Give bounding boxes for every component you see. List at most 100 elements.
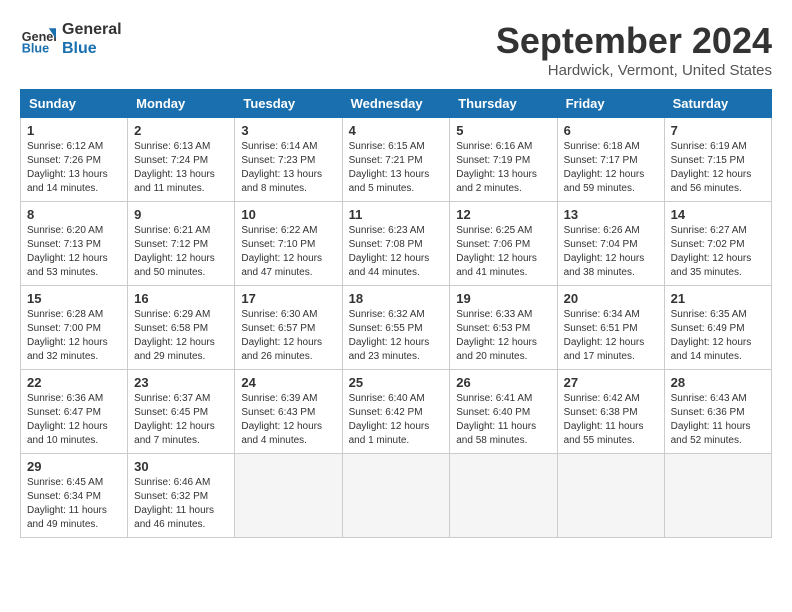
day-number: 1 — [27, 123, 121, 138]
day-number: 10 — [241, 207, 335, 222]
day-info: Sunrise: 6:14 AMSunset: 7:23 PMDaylight:… — [241, 140, 335, 196]
day-info: Sunrise: 6:19 AMSunset: 7:15 PMDaylight:… — [671, 140, 765, 196]
day-number: 26 — [456, 375, 550, 390]
day-info: Sunrise: 6:18 AMSunset: 7:17 PMDaylight:… — [564, 140, 658, 196]
day-info: Sunrise: 6:36 AMSunset: 6:47 PMDaylight:… — [27, 392, 121, 448]
calendar-cell: 4 Sunrise: 6:15 AMSunset: 7:21 PMDaylight… — [342, 118, 450, 202]
calendar-cell — [342, 454, 450, 538]
day-number: 3 — [241, 123, 335, 138]
calendar-week-4: 22 Sunrise: 6:36 AMSunset: 6:47 PMDayligh… — [21, 370, 772, 454]
day-info: Sunrise: 6:22 AMSunset: 7:10 PMDaylight:… — [241, 224, 335, 280]
logo-blue: Blue — [62, 39, 122, 58]
day-info: Sunrise: 6:25 AMSunset: 7:06 PMDaylight:… — [456, 224, 550, 280]
calendar-cell: 5 Sunrise: 6:16 AMSunset: 7:19 PMDaylight… — [450, 118, 557, 202]
col-header-friday: Friday — [557, 90, 664, 118]
title-block: September 2024 Hardwick, Vermont, United… — [496, 20, 772, 79]
calendar-cell: 12 Sunrise: 6:25 AMSunset: 7:06 PMDayligh… — [450, 202, 557, 286]
calendar-cell: 18 Sunrise: 6:32 AMSunset: 6:55 PMDayligh… — [342, 286, 450, 370]
calendar-cell: 27Sunrise: 6:42 AMSunset: 6:38 PMDayligh… — [557, 370, 664, 454]
calendar-cell: 9 Sunrise: 6:21 AMSunset: 7:12 PMDaylight… — [128, 202, 235, 286]
day-number: 21 — [671, 291, 765, 306]
calendar-cell: 22 Sunrise: 6:36 AMSunset: 6:47 PMDayligh… — [21, 370, 128, 454]
calendar-header-row: SundayMondayTuesdayWednesdayThursdayFrid… — [21, 90, 772, 118]
day-info: Sunrise: 6:28 AMSunset: 7:00 PMDaylight:… — [27, 308, 121, 364]
day-info: Sunrise: 6:35 AMSunset: 6:49 PMDaylight:… — [671, 308, 765, 364]
calendar-cell: 19 Sunrise: 6:33 AMSunset: 6:53 PMDayligh… — [450, 286, 557, 370]
day-info: Sunrise: 6:20 AMSunset: 7:13 PMDaylight:… — [27, 224, 121, 280]
col-header-tuesday: Tuesday — [235, 90, 342, 118]
day-info: Sunrise: 6:27 AMSunset: 7:02 PMDaylight:… — [671, 224, 765, 280]
day-number: 12 — [456, 207, 550, 222]
day-number: 18 — [349, 291, 444, 306]
day-info: Sunrise: 6:32 AMSunset: 6:55 PMDaylight:… — [349, 308, 444, 364]
calendar-cell: 13 Sunrise: 6:26 AMSunset: 7:04 PMDayligh… — [557, 202, 664, 286]
day-info: Sunrise: 6:39 AMSunset: 6:43 PMDaylight:… — [241, 392, 335, 448]
calendar-cell: 15 Sunrise: 6:28 AMSunset: 7:00 PMDayligh… — [21, 286, 128, 370]
day-number: 22 — [27, 375, 121, 390]
day-info: Sunrise: 6:33 AMSunset: 6:53 PMDaylight:… — [456, 308, 550, 364]
page-header: General Blue General Blue September 2024… — [20, 20, 772, 79]
day-info: Sunrise: 6:26 AMSunset: 7:04 PMDaylight:… — [564, 224, 658, 280]
logo-icon: General Blue — [20, 21, 56, 57]
calendar-table: SundayMondayTuesdayWednesdayThursdayFrid… — [20, 89, 772, 538]
calendar-cell: 26Sunrise: 6:41 AMSunset: 6:40 PMDayligh… — [450, 370, 557, 454]
day-number: 20 — [564, 291, 658, 306]
calendar-cell: 14 Sunrise: 6:27 AMSunset: 7:02 PMDayligh… — [664, 202, 771, 286]
day-info: Sunrise: 6:46 AMSunset: 6:32 PMDaylight:… — [134, 476, 228, 532]
day-number: 24 — [241, 375, 335, 390]
day-number: 28 — [671, 375, 765, 390]
calendar-cell — [664, 454, 771, 538]
day-number: 5 — [456, 123, 550, 138]
calendar-cell — [557, 454, 664, 538]
day-info: Sunrise: 6:37 AMSunset: 6:45 PMDaylight:… — [134, 392, 228, 448]
day-info: Sunrise: 6:40 AMSunset: 6:42 PMDaylight:… — [349, 392, 444, 448]
calendar-cell: 29 Sunrise: 6:45 AMSunset: 6:34 PMDayligh… — [21, 454, 128, 538]
day-number: 6 — [564, 123, 658, 138]
col-header-monday: Monday — [128, 90, 235, 118]
calendar-cell: 8Sunrise: 6:20 AMSunset: 7:13 PMDaylight… — [21, 202, 128, 286]
calendar-cell: 21 Sunrise: 6:35 AMSunset: 6:49 PMDayligh… — [664, 286, 771, 370]
day-number: 2 — [134, 123, 228, 138]
day-number: 27 — [564, 375, 658, 390]
logo: General Blue General Blue — [20, 20, 122, 58]
day-info: Sunrise: 6:21 AMSunset: 7:12 PMDaylight:… — [134, 224, 228, 280]
day-number: 9 — [134, 207, 228, 222]
day-number: 23 — [134, 375, 228, 390]
calendar-week-3: 15 Sunrise: 6:28 AMSunset: 7:00 PMDayligh… — [21, 286, 772, 370]
calendar-cell: 2 Sunrise: 6:13 AMSunset: 7:24 PMDaylight… — [128, 118, 235, 202]
month-title: September 2024 — [496, 20, 772, 62]
logo-general: General — [62, 20, 122, 39]
day-info: Sunrise: 6:13 AMSunset: 7:24 PMDaylight:… — [134, 140, 228, 196]
day-number: 29 — [27, 459, 121, 474]
col-header-saturday: Saturday — [664, 90, 771, 118]
calendar-cell: 1Sunrise: 6:12 AMSunset: 7:26 PMDaylight… — [21, 118, 128, 202]
calendar-cell: 3 Sunrise: 6:14 AMSunset: 7:23 PMDaylight… — [235, 118, 342, 202]
calendar-cell: 28 Sunrise: 6:43 AMSunset: 6:36 PMDayligh… — [664, 370, 771, 454]
day-number: 19 — [456, 291, 550, 306]
calendar-cell: 20 Sunrise: 6:34 AMSunset: 6:51 PMDayligh… — [557, 286, 664, 370]
day-number: 4 — [349, 123, 444, 138]
location: Hardwick, Vermont, United States — [496, 62, 772, 79]
day-number: 30 — [134, 459, 228, 474]
col-header-thursday: Thursday — [450, 90, 557, 118]
calendar-cell: 23 Sunrise: 6:37 AMSunset: 6:45 PMDayligh… — [128, 370, 235, 454]
day-info: Sunrise: 6:43 AMSunset: 6:36 PMDaylight:… — [671, 392, 765, 448]
day-info: Sunrise: 6:45 AMSunset: 6:34 PMDaylight:… — [27, 476, 121, 532]
day-number: 13 — [564, 207, 658, 222]
col-header-wednesday: Wednesday — [342, 90, 450, 118]
day-info: Sunrise: 6:16 AMSunset: 7:19 PMDaylight:… — [456, 140, 550, 196]
day-number: 15 — [27, 291, 121, 306]
day-info: Sunrise: 6:34 AMSunset: 6:51 PMDaylight:… — [564, 308, 658, 364]
day-info: Sunrise: 6:29 AMSunset: 6:58 PMDaylight:… — [134, 308, 228, 364]
day-info: Sunrise: 6:15 AMSunset: 7:21 PMDaylight:… — [349, 140, 444, 196]
day-number: 11 — [349, 207, 444, 222]
day-number: 7 — [671, 123, 765, 138]
calendar-week-1: 1Sunrise: 6:12 AMSunset: 7:26 PMDaylight… — [21, 118, 772, 202]
calendar-cell: 10 Sunrise: 6:22 AMSunset: 7:10 PMDayligh… — [235, 202, 342, 286]
calendar-week-5: 29 Sunrise: 6:45 AMSunset: 6:34 PMDayligh… — [21, 454, 772, 538]
calendar-cell: 30 Sunrise: 6:46 AMSunset: 6:32 PMDayligh… — [128, 454, 235, 538]
col-header-sunday: Sunday — [21, 90, 128, 118]
day-number: 25 — [349, 375, 444, 390]
day-number: 14 — [671, 207, 765, 222]
calendar-cell: 16Sunrise: 6:29 AMSunset: 6:58 PMDayligh… — [128, 286, 235, 370]
